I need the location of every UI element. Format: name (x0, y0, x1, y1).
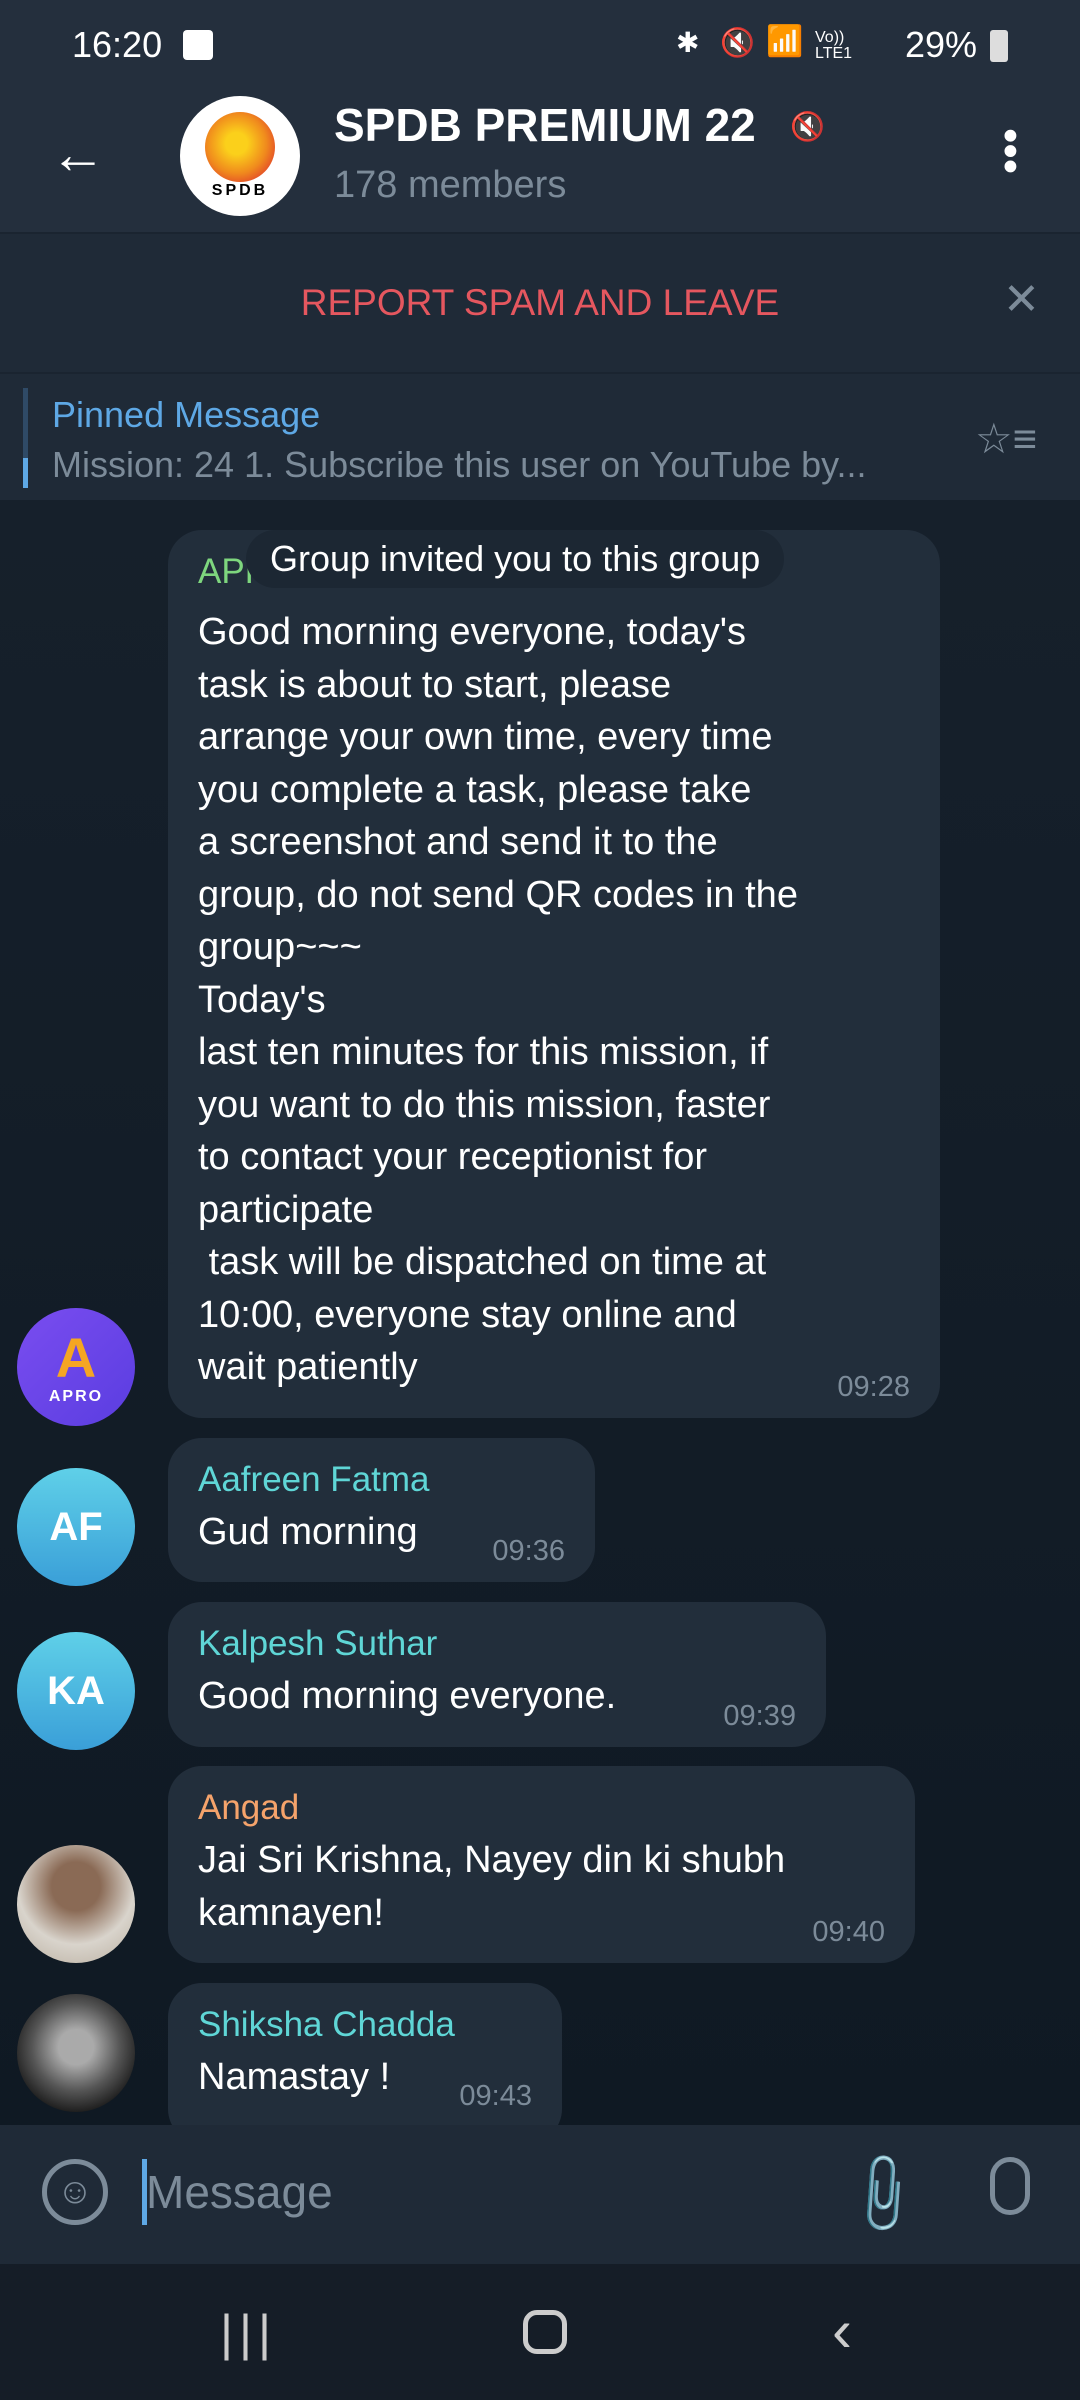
emoji-icon[interactable]: ☺ (42, 2159, 108, 2225)
avatar-shiksha-photo[interactable] (17, 1994, 135, 2112)
network-label: Vo)) LTE1 (815, 29, 853, 62)
status-bar: 16:20 ✱ 🔇 📶 Vo)) LTE1 29% (0, 0, 1080, 90)
more-menu-icon[interactable]: ••• (986, 128, 1035, 174)
mute-icon: 🔇 (720, 27, 755, 58)
muted-icon: 🔇 (790, 111, 825, 142)
avatar-text: SPDB (211, 182, 269, 199)
member-count: 178 members (334, 164, 567, 206)
message-list[interactable]: APRO PREMIUM Good morning everyone, toda… (0, 500, 1080, 2125)
wifi-icon: 📶 (766, 25, 804, 58)
message-bubble[interactable]: Angad Jai Sri Krishna, Nayey din ki shub… (168, 1766, 915, 1963)
message-text: Good morning everyone, today's task is a… (198, 611, 798, 1388)
microphone-icon[interactable] (990, 2157, 1030, 2215)
avatar-label: APRO (48, 1388, 104, 1405)
message-bubble[interactable]: APRO PREMIUM Good morning everyone, toda… (168, 530, 940, 1418)
bluetooth-icon: ✱ (676, 27, 700, 58)
attach-icon[interactable]: 📎 (835, 2146, 931, 2242)
avatar-ka[interactable]: KA (17, 1632, 135, 1750)
sender-name: Angad (198, 1788, 300, 1827)
sender-name: Shiksha Chadda (198, 2005, 455, 2044)
clock: 16:20 (72, 24, 163, 65)
back-arrow-icon[interactable]: ← (50, 126, 106, 182)
avatar-apro[interactable]: A APRO (17, 1308, 135, 1426)
home-icon[interactable] (523, 2310, 567, 2354)
message-text: Jai Sri Krishna, Nayey din ki shubh kamn… (198, 1839, 786, 1934)
pinned-preview: Mission: 24 1. Subscribe this user on Yo… (52, 444, 867, 485)
service-message: Group invited you to this group (246, 530, 785, 588)
system-nav-bar: ||| ‹ (0, 2264, 1080, 2400)
message-bubble[interactable]: Aafreen Fatma Gud morning 09:36 (168, 1438, 595, 1582)
apro-logo-icon: A (55, 1326, 97, 1389)
report-spam-button[interactable]: REPORT SPAM AND LEAVE (301, 282, 779, 324)
message-bubble[interactable]: Kalpesh Suthar Good morning everyone. 09… (168, 1602, 826, 1747)
back-nav-icon[interactable]: ‹ (832, 2296, 852, 2365)
sender-name: Aafreen Fatma (198, 1460, 430, 1499)
group-title[interactable]: SPDB PREMIUM 22 (334, 98, 756, 152)
close-icon[interactable]: ✕ (1003, 274, 1040, 325)
pinned-list-icon[interactable]: ☆≡ (975, 414, 1037, 463)
avatar-af[interactable]: AF (17, 1468, 135, 1586)
battery-icon (990, 30, 1008, 62)
avatar-angad-photo[interactable] (17, 1845, 135, 1963)
message-bubble[interactable]: Shiksha Chadda Namastay ! 09:43 (168, 1983, 562, 2125)
message-composer: ☺ Message 📎 (0, 2125, 1080, 2264)
battery-percent: 29% (905, 24, 978, 65)
message-placeholder: Message (146, 2166, 333, 2218)
chat-header: ← SPDB SPDB PREMIUM 22 🔇 178 members ••• (0, 90, 1080, 232)
message-time: 09:43 (459, 2080, 532, 2112)
group-avatar[interactable]: SPDB (180, 96, 300, 216)
pinned-title: Pinned Message (52, 394, 321, 435)
message-text: Good morning everyone. (198, 1675, 617, 1717)
message-time: 09:36 (492, 1535, 565, 1567)
pinned-message-bar[interactable]: Pinned Message Mission: 24 1. Subscribe … (0, 372, 1080, 500)
recents-icon[interactable]: ||| (220, 2304, 277, 2362)
gallery-icon (183, 30, 213, 60)
message-input[interactable]: Message (142, 2155, 792, 2235)
spdb-logo-icon (205, 112, 275, 182)
sender-name: Kalpesh Suthar (198, 1624, 438, 1663)
message-time: 09:28 (837, 1371, 910, 1403)
message-time: 09:39 (723, 1700, 796, 1732)
pinned-indicator (23, 388, 28, 488)
message-time: 09:40 (812, 1916, 885, 1948)
report-spam-bar: REPORT SPAM AND LEAVE ✕ (0, 232, 1080, 372)
